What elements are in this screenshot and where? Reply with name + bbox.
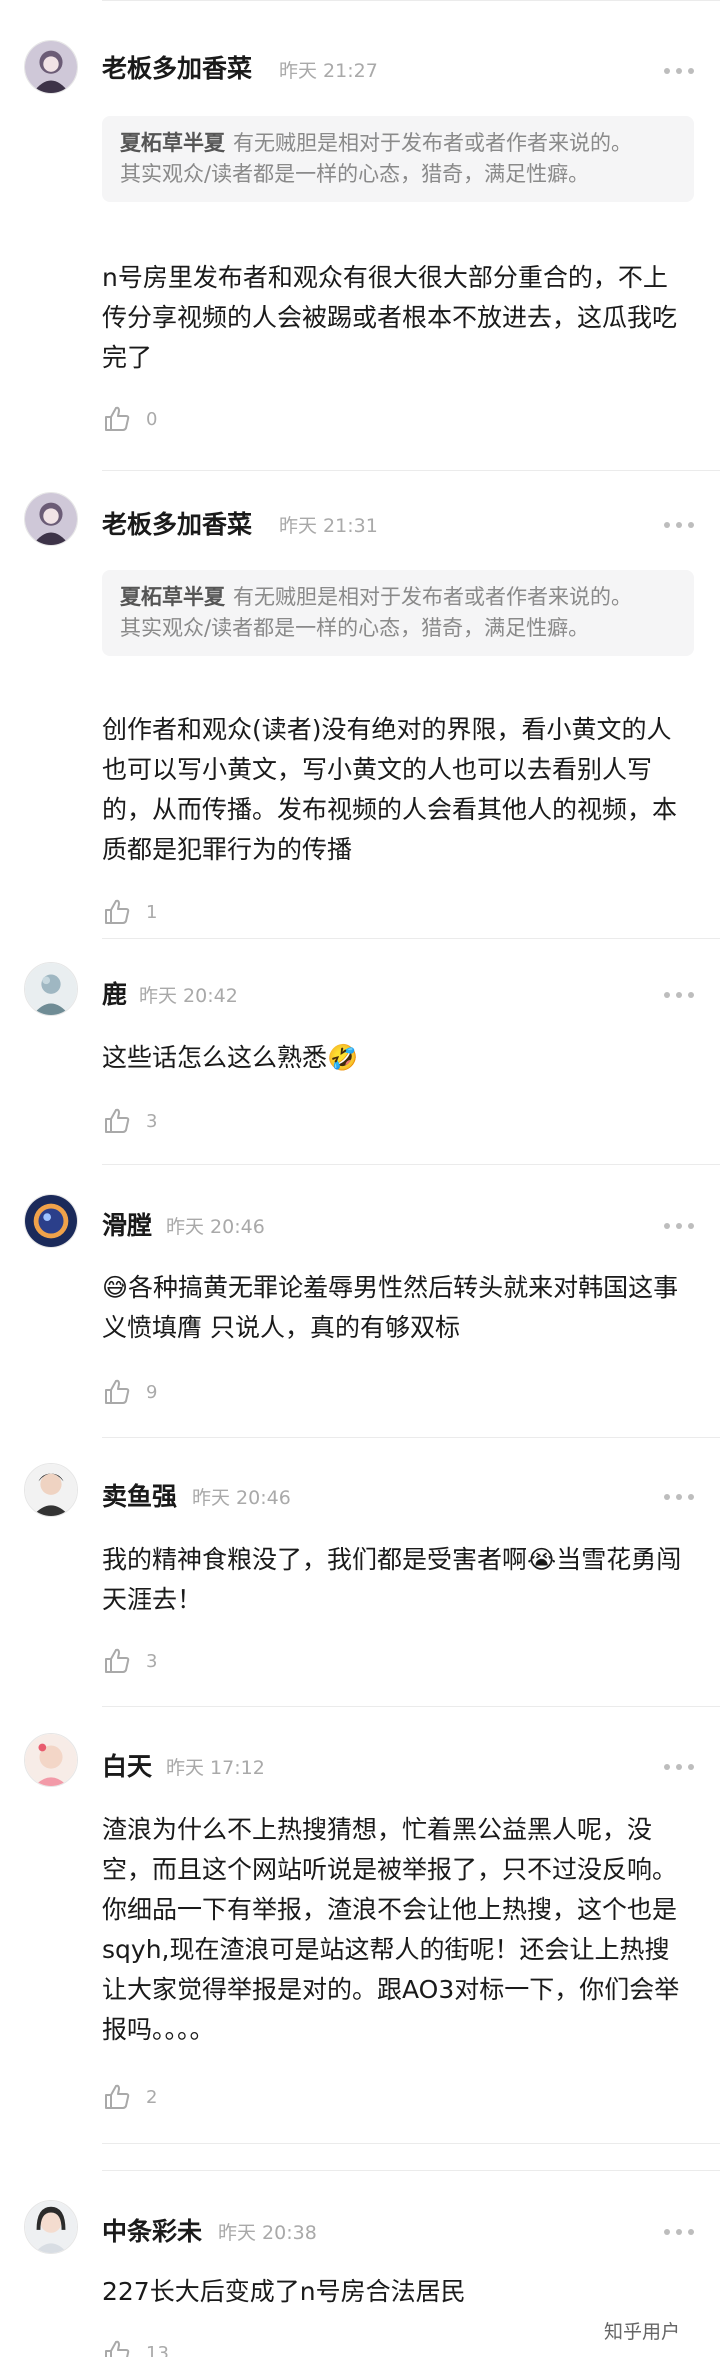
quote-text-line1: 有无贼胆是相对于发布者或者作者来说的。 — [233, 585, 632, 609]
author-name[interactable]: 中条彩未 — [102, 2217, 202, 2247]
quote-text-line1: 有无贼胆是相对于发布者或者作者来说的。 — [233, 131, 632, 155]
thumbs-up-icon — [105, 899, 130, 924]
comment-divider — [102, 470, 720, 471]
timestamp: 昨天 21:27 — [279, 60, 378, 82]
avatar[interactable] — [24, 962, 78, 1016]
quote-text-line2: 其实观众/读者都是一样的心态，猎奇，满足性癖。 — [120, 162, 590, 186]
like-count: 0 — [146, 408, 158, 430]
quote-text-line2: 其实观众/读者都是一样的心态，猎奇，满足性癖。 — [120, 616, 590, 640]
more-options-button[interactable] — [664, 980, 694, 1010]
timestamp: 昨天 17:12 — [166, 1757, 265, 1779]
thumbs-up-icon — [105, 1648, 130, 1673]
avatar[interactable] — [24, 1194, 78, 1248]
comment-body: 这些话怎么这么熟悉🤣 — [102, 1043, 359, 1072]
section-divider — [102, 2170, 720, 2171]
author-name[interactable]: 卖鱼强 — [102, 1482, 177, 1512]
more-dots-icon — [664, 1764, 670, 1770]
quote-author[interactable]: 夏柘草半夏 — [120, 585, 225, 609]
like-button[interactable]: 1 — [102, 895, 157, 929]
more-options-button[interactable] — [664, 510, 694, 540]
avatar[interactable] — [24, 1733, 78, 1787]
more-options-button[interactable] — [664, 56, 694, 86]
thumbs-up-icon — [105, 1379, 130, 1404]
more-options-button[interactable] — [664, 1211, 694, 1241]
more-dots-icon — [664, 1494, 670, 1500]
more-dots-icon — [664, 522, 670, 528]
more-options-button[interactable] — [664, 1482, 694, 1512]
comment-divider — [102, 1164, 720, 1165]
thumbs-up-icon — [105, 1108, 130, 1133]
comment-divider — [102, 938, 720, 939]
avatar[interactable] — [24, 40, 78, 94]
timestamp: 昨天 20:46 — [192, 1487, 291, 1509]
more-options-button[interactable] — [664, 2217, 694, 2247]
like-count: 13 — [146, 2342, 169, 2357]
more-dots-icon — [664, 1223, 670, 1229]
author-name[interactable]: 老板多加香菜 — [102, 54, 252, 84]
author-name[interactable]: 鹿 — [102, 980, 127, 1010]
more-dots-icon — [664, 68, 670, 74]
like-button[interactable]: 13 — [102, 2336, 169, 2357]
timestamp: 昨天 20:42 — [139, 985, 238, 1007]
like-count: 3 — [146, 1650, 158, 1672]
like-button[interactable]: 0 — [102, 402, 157, 436]
quoted-comment[interactable]: 夏柘草半夏 有无贼胆是相对于发布者或者作者来说的。 其实观众/读者都是一样的心态，… — [102, 116, 694, 202]
like-button[interactable]: 9 — [102, 1375, 157, 1409]
more-dots-icon — [664, 2229, 670, 2235]
comment-body: 227长大后变成了n号房合法居民 — [102, 2277, 466, 2306]
author-name[interactable]: 白天 — [102, 1752, 152, 1782]
thumbs-up-icon — [105, 2084, 130, 2109]
timestamp: 昨天 20:38 — [218, 2222, 317, 2244]
more-dots-icon — [664, 992, 670, 998]
comment-body: 我的精神食粮没了，我们都是受害者啊😭当雪花勇闯天涯去！ — [102, 1545, 682, 1614]
quoted-comment[interactable]: 夏柘草半夏 有无贼胆是相对于发布者或者作者来说的。 其实观众/读者都是一样的心态，… — [102, 570, 694, 656]
comment-divider — [102, 2143, 720, 2144]
comment-divider — [102, 1437, 720, 1438]
more-options-button[interactable] — [664, 1752, 694, 1782]
timestamp: 昨天 21:31 — [279, 515, 378, 537]
like-button[interactable]: 2 — [102, 2080, 157, 2114]
comment-body: 😅各种搞黄无罪论羞辱男性然后转头就来对韩国这事义愤填膺 只说人，真的有够双标 — [102, 1273, 679, 1342]
thumbs-up-icon — [105, 406, 130, 431]
comment-divider — [102, 1706, 720, 1707]
like-count: 9 — [146, 1381, 158, 1403]
like-count: 2 — [146, 2086, 158, 2108]
like-count: 3 — [146, 1110, 158, 1132]
watermark: 知乎用户 — [604, 2321, 681, 2343]
comment-body: 创作者和观众(读者)没有绝对的界限，看小黄文的人也可以写小黄文，写小黄文的人也可… — [102, 715, 678, 864]
like-button[interactable]: 3 — [102, 1644, 157, 1678]
author-name[interactable]: 滑膛 — [102, 1211, 152, 1241]
avatar[interactable] — [24, 1463, 78, 1517]
avatar[interactable] — [24, 492, 78, 546]
comment-body: n号房里发布者和观众有很大很大部分重合的，不上传分享视频的人会被踢或者根本不放进… — [102, 263, 678, 372]
timestamp: 昨天 20:46 — [166, 1216, 265, 1238]
avatar[interactable] — [24, 2200, 78, 2254]
comment-body: 渣浪为什么不上热搜猜想，忙着黑公益黑人呢，没空，而且这个网站听说是被举报了，只不… — [102, 1815, 680, 2044]
like-button[interactable]: 3 — [102, 1104, 157, 1138]
author-name[interactable]: 老板多加香菜 — [102, 510, 252, 540]
like-count: 1 — [146, 901, 158, 923]
quote-author[interactable]: 夏柘草半夏 — [120, 131, 225, 155]
top-divider — [102, 0, 720, 1]
thumbs-up-icon — [105, 2340, 130, 2357]
